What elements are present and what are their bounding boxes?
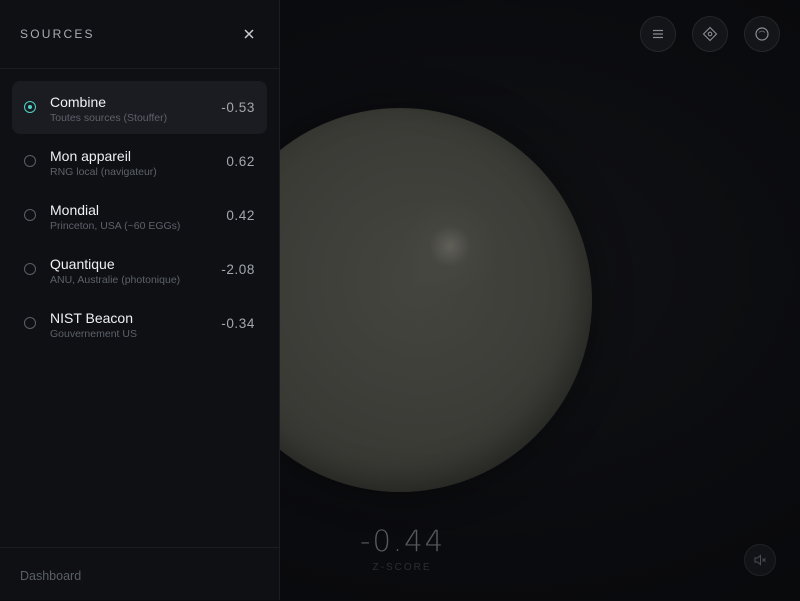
source-value: 0.62 <box>226 154 255 169</box>
source-list: Combine Toutes sources (Stouffer) -0.53 … <box>12 81 267 351</box>
panel-footer: Dashboard <box>0 547 279 601</box>
source-name: Quantique <box>50 256 115 272</box>
source-subtitle: Toutes sources (Stouffer) <box>50 112 168 124</box>
source-value: -0.53 <box>221 100 255 115</box>
circle-icon <box>755 27 769 41</box>
source-item-nist-beacon[interactable]: NIST Beacon Gouvernement US -0.34 <box>12 297 267 350</box>
source-name: NIST Beacon <box>50 310 134 326</box>
source-value: -2.08 <box>221 262 255 277</box>
source-name: Mon appareil <box>50 148 131 164</box>
radio-unselected[interactable] <box>24 155 36 167</box>
source-item-combine[interactable]: Combine Toutes sources (Stouffer) -0.53 <box>12 81 267 134</box>
sources-panel: SOURCES Combine Toutes sources (Stouffer… <box>0 0 280 600</box>
z-score-display: -0.44 Z-SCORE <box>360 522 444 573</box>
sound-muted-icon <box>754 554 766 566</box>
source-name: Combine <box>50 94 107 110</box>
locate-icon <box>702 26 718 42</box>
menu-button[interactable] <box>640 16 676 52</box>
z-score-label: Z-SCORE <box>372 562 432 573</box>
radio-unselected[interactable] <box>24 317 36 329</box>
source-value: 0.42 <box>226 208 255 223</box>
close-icon <box>244 29 254 39</box>
sound-toggle-button[interactable] <box>744 544 776 576</box>
z-score-value: -0.44 <box>360 524 446 558</box>
source-subtitle: Gouvernement US <box>50 328 137 340</box>
close-panel-button[interactable] <box>240 25 258 43</box>
source-subtitle: RNG local (navigateur) <box>50 166 157 178</box>
radio-dot <box>28 105 32 109</box>
source-item-mon-appareil[interactable]: Mon appareil RNG local (navigateur) 0.62 <box>12 135 267 188</box>
source-subtitle: Princeton, USA (~60 EGGs) <box>50 220 181 232</box>
radio-unselected[interactable] <box>24 263 36 275</box>
source-item-mondial[interactable]: Mondial Princeton, USA (~60 EGGs) 0.42 <box>12 189 267 242</box>
circle-button[interactable] <box>744 16 780 52</box>
source-name: Mondial <box>50 202 100 218</box>
locate-button[interactable] <box>692 16 728 52</box>
source-value: -0.34 <box>221 316 255 331</box>
top-controls <box>640 16 780 52</box>
source-subtitle: ANU, Australie (photonique) <box>50 274 181 286</box>
panel-title: SOURCES <box>20 27 95 41</box>
menu-icon <box>653 29 663 39</box>
source-item-quantique[interactable]: Quantique ANU, Australie (photonique) -2… <box>12 243 267 296</box>
panel-header: SOURCES <box>0 0 279 69</box>
dashboard-link[interactable]: Dashboard <box>20 569 81 583</box>
radio-selected[interactable] <box>24 101 36 113</box>
radio-unselected[interactable] <box>24 209 36 221</box>
